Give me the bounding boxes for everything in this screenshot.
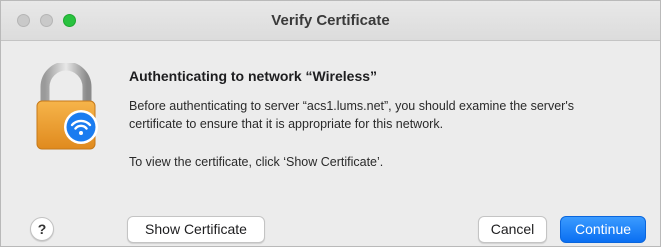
title-bar: Verify Certificate (1, 1, 660, 41)
dialog-instruction: To view the certificate, click ‘Show Cer… (129, 155, 384, 169)
cancel-button[interactable]: Cancel (478, 216, 547, 243)
show-certificate-button[interactable]: Show Certificate (127, 216, 265, 243)
padlock-wifi-icon (36, 63, 98, 150)
verify-certificate-dialog: Verify Certificate Authenticating to net… (0, 0, 661, 247)
window-title: Verify Certificate (271, 12, 390, 29)
dialog-message: Before authenticating to server “acs1.lu… (129, 99, 574, 131)
dialog-heading: Authenticating to network “Wireless” (129, 68, 378, 84)
help-button[interactable]: ? (30, 217, 54, 241)
continue-button[interactable]: Continue (560, 216, 646, 243)
